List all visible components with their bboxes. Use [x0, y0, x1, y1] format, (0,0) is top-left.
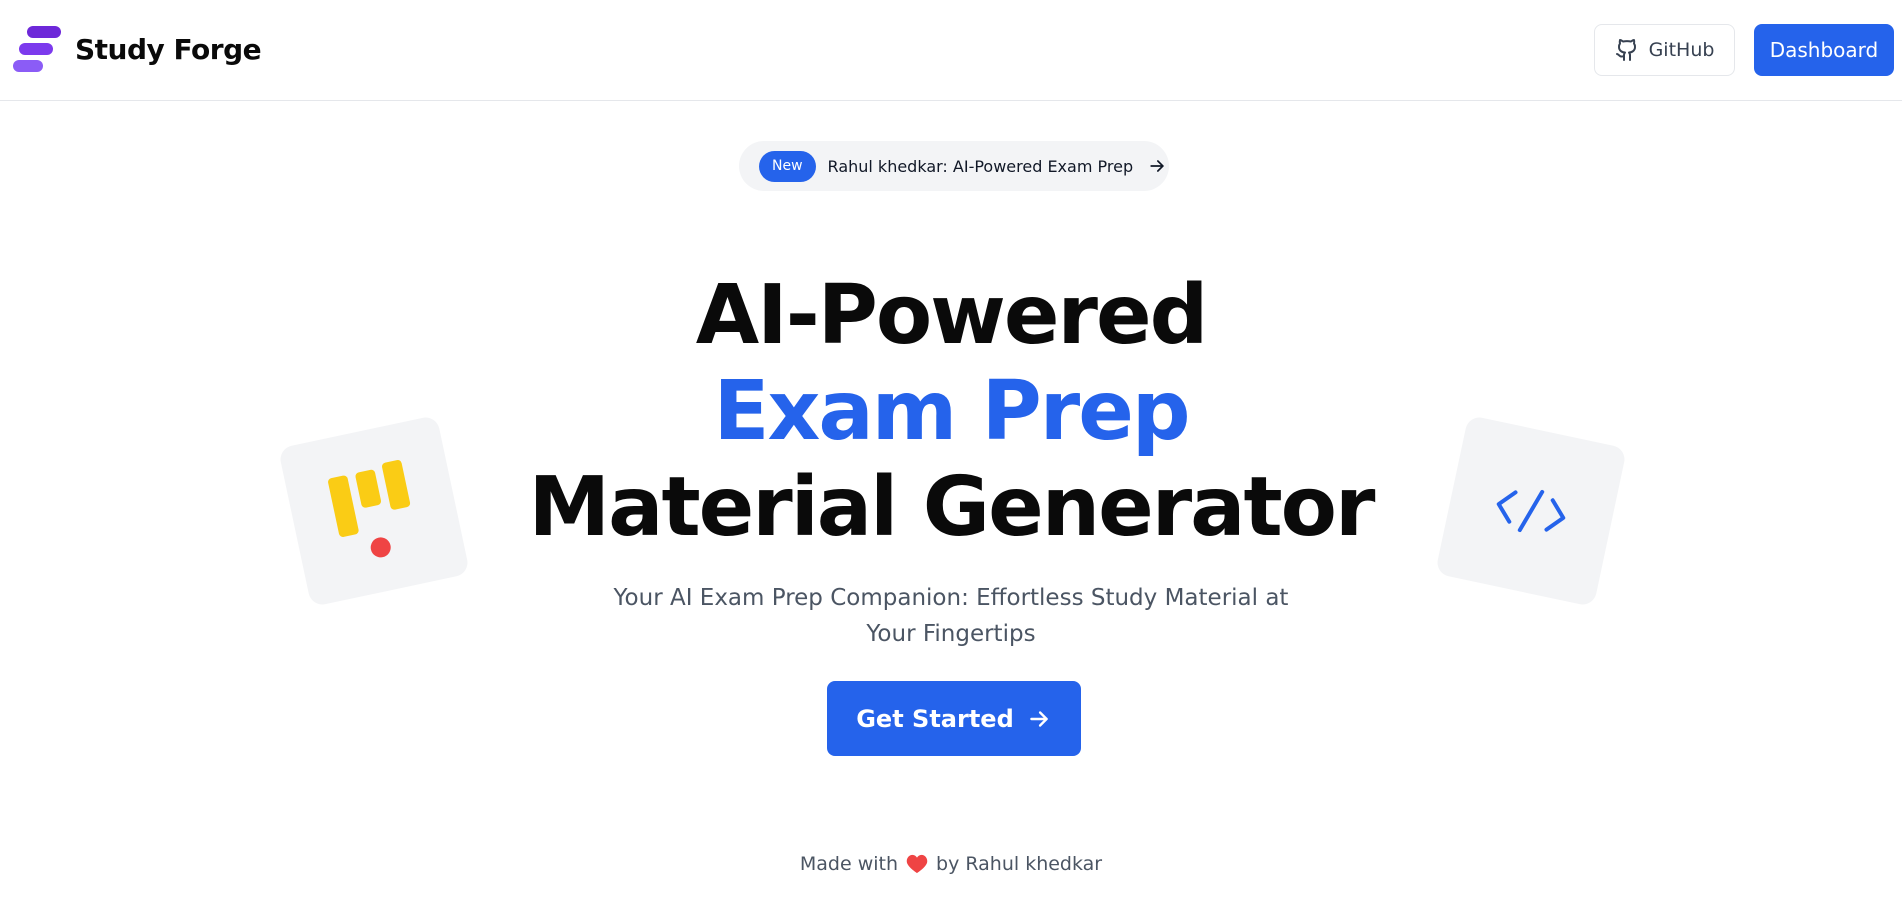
- heart-icon: [906, 854, 928, 874]
- top-nav: Study Forge GitHub Dashboard: [0, 0, 1902, 101]
- footer-author: by Rahul khedkar: [936, 853, 1103, 875]
- study-forge-logo-icon: [13, 26, 61, 72]
- brand-link[interactable]: Study Forge: [13, 24, 262, 74]
- get-started-label: Get Started: [856, 704, 1014, 733]
- new-badge: New: [759, 150, 816, 182]
- dashboard-button[interactable]: Dashboard: [1754, 24, 1894, 76]
- hero-title-accent: Exam Prep: [713, 364, 1190, 459]
- announcement-text: Rahul khedkar: AI-Powered Exam Prep: [827, 156, 1134, 176]
- footer: Made with by Rahul khedkar: [0, 853, 1902, 875]
- hero-title: AI-Powered Exam Prep Material Generator: [0, 268, 1902, 556]
- hero-title-line-1: AI-Powered: [695, 268, 1209, 363]
- get-started-button[interactable]: Get Started: [827, 681, 1081, 756]
- hero-title-line-3: Material Generator: [528, 460, 1376, 555]
- footer-made-with: Made with: [799, 853, 899, 875]
- github-button[interactable]: GitHub: [1594, 24, 1735, 76]
- brand-name: Study Forge: [75, 32, 262, 66]
- arrow-right-icon: [1150, 160, 1164, 172]
- announcement-pill[interactable]: New Rahul khedkar: AI-Powered Exam Prep: [739, 141, 1169, 191]
- github-icon: [1615, 39, 1636, 61]
- arrow-right-icon: [1029, 710, 1048, 727]
- hero-subtitle: Your AI Exam Prep Companion: Effortless …: [613, 585, 1289, 647]
- github-label: GitHub: [1648, 39, 1715, 61]
